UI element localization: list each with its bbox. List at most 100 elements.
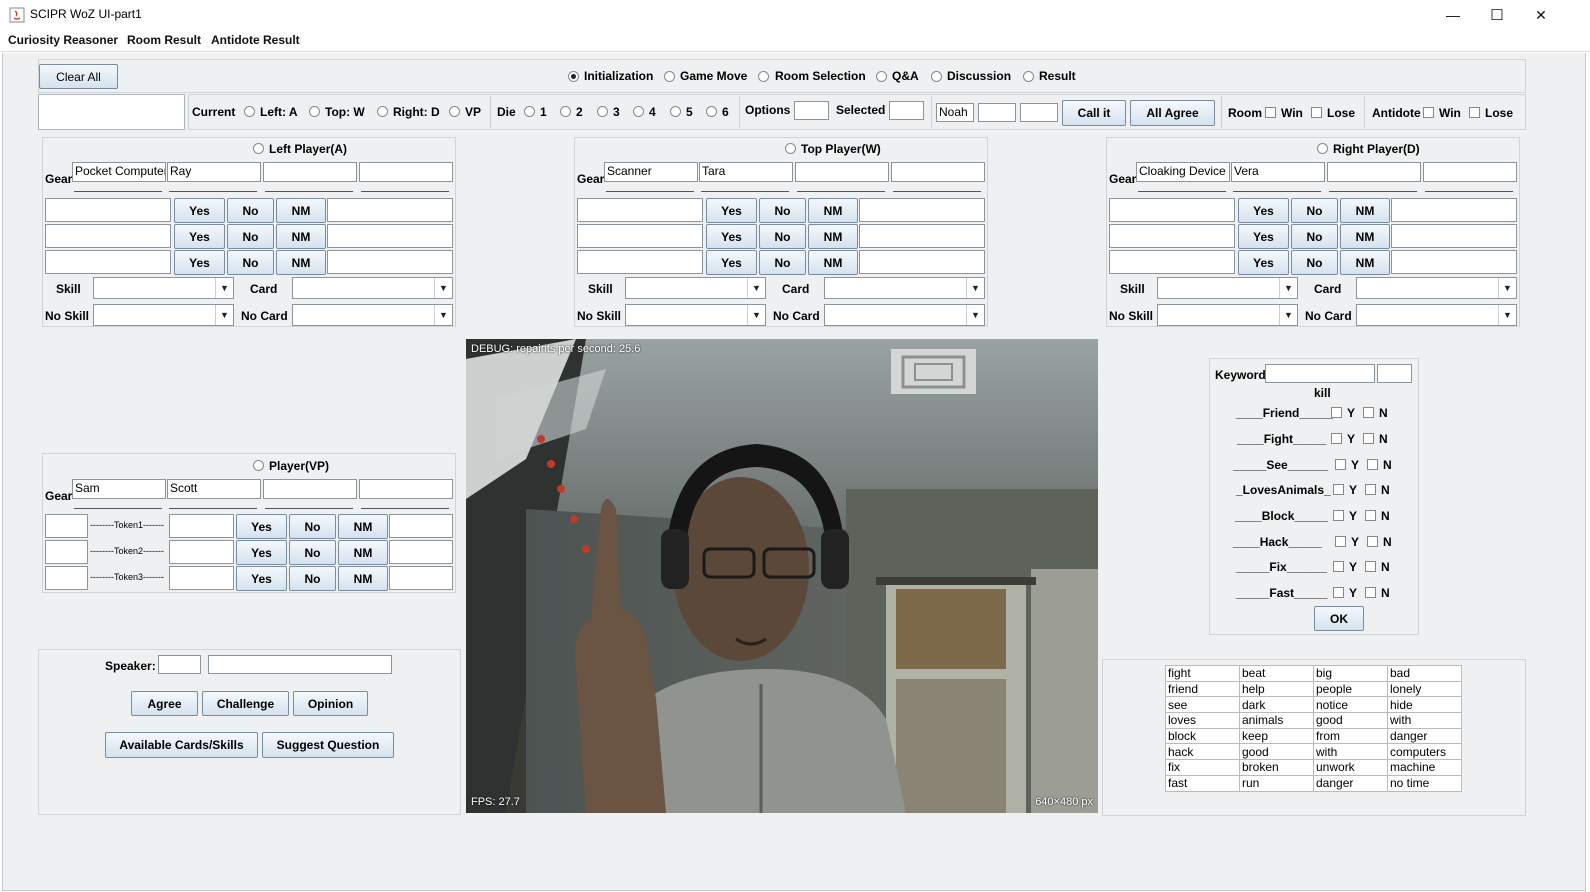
vp-answer-input-3[interactable] (389, 566, 453, 590)
antidote-win-checkbox[interactable] (1423, 107, 1434, 118)
mode-radio-qa[interactable] (876, 71, 887, 82)
top-yes-button-2[interactable]: Yes (706, 224, 757, 249)
top-card-select[interactable]: ▼ (824, 277, 985, 299)
top-no-skill-select[interactable]: ▼ (625, 304, 766, 326)
die-radio-1[interactable] (524, 106, 535, 117)
keyword-no-checkbox[interactable] (1367, 536, 1378, 547)
right-gear-input-1[interactable]: Cloaking Device (1136, 162, 1230, 182)
speaker-id-input[interactable] (158, 655, 201, 674)
menu-antidote-result[interactable]: Antidote Result (211, 33, 300, 47)
right-question-input-1[interactable] (1109, 198, 1235, 222)
keyword-ok-button[interactable]: OK (1314, 606, 1364, 631)
keyword-yes-checkbox[interactable] (1331, 433, 1342, 444)
left-gear-input-4[interactable] (359, 162, 453, 182)
right-player-radio[interactable] (1317, 143, 1328, 154)
challenge-button[interactable]: Challenge (202, 691, 289, 716)
right-yes-button-2[interactable]: Yes (1238, 224, 1289, 249)
right-nm-button-2[interactable]: NM (1340, 224, 1390, 249)
vp-no-button-1[interactable]: No (289, 514, 336, 539)
left-yes-button-3[interactable]: Yes (174, 250, 225, 275)
right-nm-button-1[interactable]: NM (1340, 198, 1390, 223)
top-gear-input-2[interactable]: Tara (699, 162, 793, 182)
name-input-2[interactable] (978, 103, 1016, 122)
left-answer-input-1[interactable] (327, 198, 453, 222)
top-gear-input-4[interactable] (891, 162, 985, 182)
available-cards-skills-button[interactable]: Available Cards/Skills (105, 732, 258, 758)
die-radio-5[interactable] (670, 106, 681, 117)
left-answer-input-2[interactable] (327, 224, 453, 248)
keyword-no-checkbox[interactable] (1365, 587, 1376, 598)
current-radio-vp[interactable] (449, 106, 460, 117)
die-radio-2[interactable] (560, 106, 571, 117)
right-yes-button-1[interactable]: Yes (1238, 198, 1289, 223)
current-radio-right[interactable] (377, 106, 388, 117)
agree-button[interactable]: Agree (131, 691, 198, 716)
vp-yes-button-3[interactable]: Yes (236, 566, 287, 591)
mode-radio-result[interactable] (1023, 71, 1034, 82)
current-radio-top[interactable] (309, 106, 320, 117)
vp-player-radio[interactable] (253, 460, 264, 471)
vp-token-input-3[interactable] (45, 566, 88, 590)
left-nm-button-3[interactable]: NM (276, 250, 326, 275)
keyword-yes-checkbox[interactable] (1333, 587, 1344, 598)
left-gear-input-2[interactable]: Ray (167, 162, 261, 182)
keyword-yes-checkbox[interactable] (1335, 536, 1346, 547)
right-gear-input-3[interactable] (1327, 162, 1421, 182)
right-skill-select[interactable]: ▼ (1157, 277, 1298, 299)
keyword-yes-checkbox[interactable] (1335, 459, 1346, 470)
top-gear-input-3[interactable] (795, 162, 889, 182)
left-no-skill-select[interactable]: ▼ (93, 304, 234, 326)
top-player-radio[interactable] (785, 143, 796, 154)
left-no-button-3[interactable]: No (227, 250, 274, 275)
right-answer-input-2[interactable] (1391, 224, 1517, 248)
right-no-button-2[interactable]: No (1291, 224, 1338, 249)
die-radio-4[interactable] (633, 106, 644, 117)
speaker-text-input[interactable] (208, 655, 392, 674)
menu-room-result[interactable]: Room Result (127, 33, 201, 47)
keyword-input[interactable] (1265, 364, 1375, 383)
right-gear-input-2[interactable]: Vera (1231, 162, 1325, 182)
left-yes-button-2[interactable]: Yes (174, 224, 225, 249)
right-no-card-select[interactable]: ▼ (1356, 304, 1517, 326)
room-win-checkbox[interactable] (1265, 107, 1276, 118)
top-answer-input-3[interactable] (859, 250, 985, 274)
left-question-input-2[interactable] (45, 224, 171, 248)
options-input[interactable] (794, 101, 829, 120)
keyword-no-checkbox[interactable] (1365, 561, 1376, 572)
left-no-button-2[interactable]: No (227, 224, 274, 249)
left-skill-select[interactable]: ▼ (93, 277, 234, 299)
top-question-input-2[interactable] (577, 224, 703, 248)
antidote-lose-checkbox[interactable] (1469, 107, 1480, 118)
right-no-skill-select[interactable]: ▼ (1157, 304, 1298, 326)
selected-input[interactable] (889, 101, 924, 120)
right-question-input-3[interactable] (1109, 250, 1235, 274)
left-question-input-1[interactable] (45, 198, 171, 222)
keyword-yes-checkbox[interactable] (1331, 407, 1342, 418)
right-gear-input-4[interactable] (1423, 162, 1517, 182)
keyword-no-checkbox[interactable] (1365, 510, 1376, 521)
left-yes-button-1[interactable]: Yes (174, 198, 225, 223)
vp-token-input-1[interactable] (45, 514, 88, 538)
top-nm-button-2[interactable]: NM (808, 224, 858, 249)
menu-curiosity-reasoner[interactable]: Curiosity Reasoner (8, 33, 118, 47)
mode-radio-initialization[interactable] (568, 71, 579, 82)
vp-nm-button-3[interactable]: NM (338, 566, 388, 591)
left-nm-button-1[interactable]: NM (276, 198, 326, 223)
vp-gear-input-3[interactable] (263, 479, 357, 499)
left-nm-button-2[interactable]: NM (276, 224, 326, 249)
right-no-button-3[interactable]: No (1291, 250, 1338, 275)
vp-answer-input-2[interactable] (389, 540, 453, 564)
vp-nm-button-1[interactable]: NM (338, 514, 388, 539)
keyword-extra-input[interactable] (1377, 364, 1412, 383)
clear-all-button[interactable]: Clear All (39, 64, 118, 89)
keyword-yes-checkbox[interactable] (1333, 484, 1344, 495)
right-no-button-1[interactable]: No (1291, 198, 1338, 223)
vp-gear-input-2[interactable]: Scott (167, 479, 261, 499)
room-lose-checkbox[interactable] (1311, 107, 1322, 118)
left-no-card-select[interactable]: ▼ (292, 304, 453, 326)
call-it-button[interactable]: Call it (1062, 100, 1126, 126)
top-answer-input-2[interactable] (859, 224, 985, 248)
keyword-no-checkbox[interactable] (1367, 459, 1378, 470)
left-question-input-3[interactable] (45, 250, 171, 274)
top-nm-button-3[interactable]: NM (808, 250, 858, 275)
